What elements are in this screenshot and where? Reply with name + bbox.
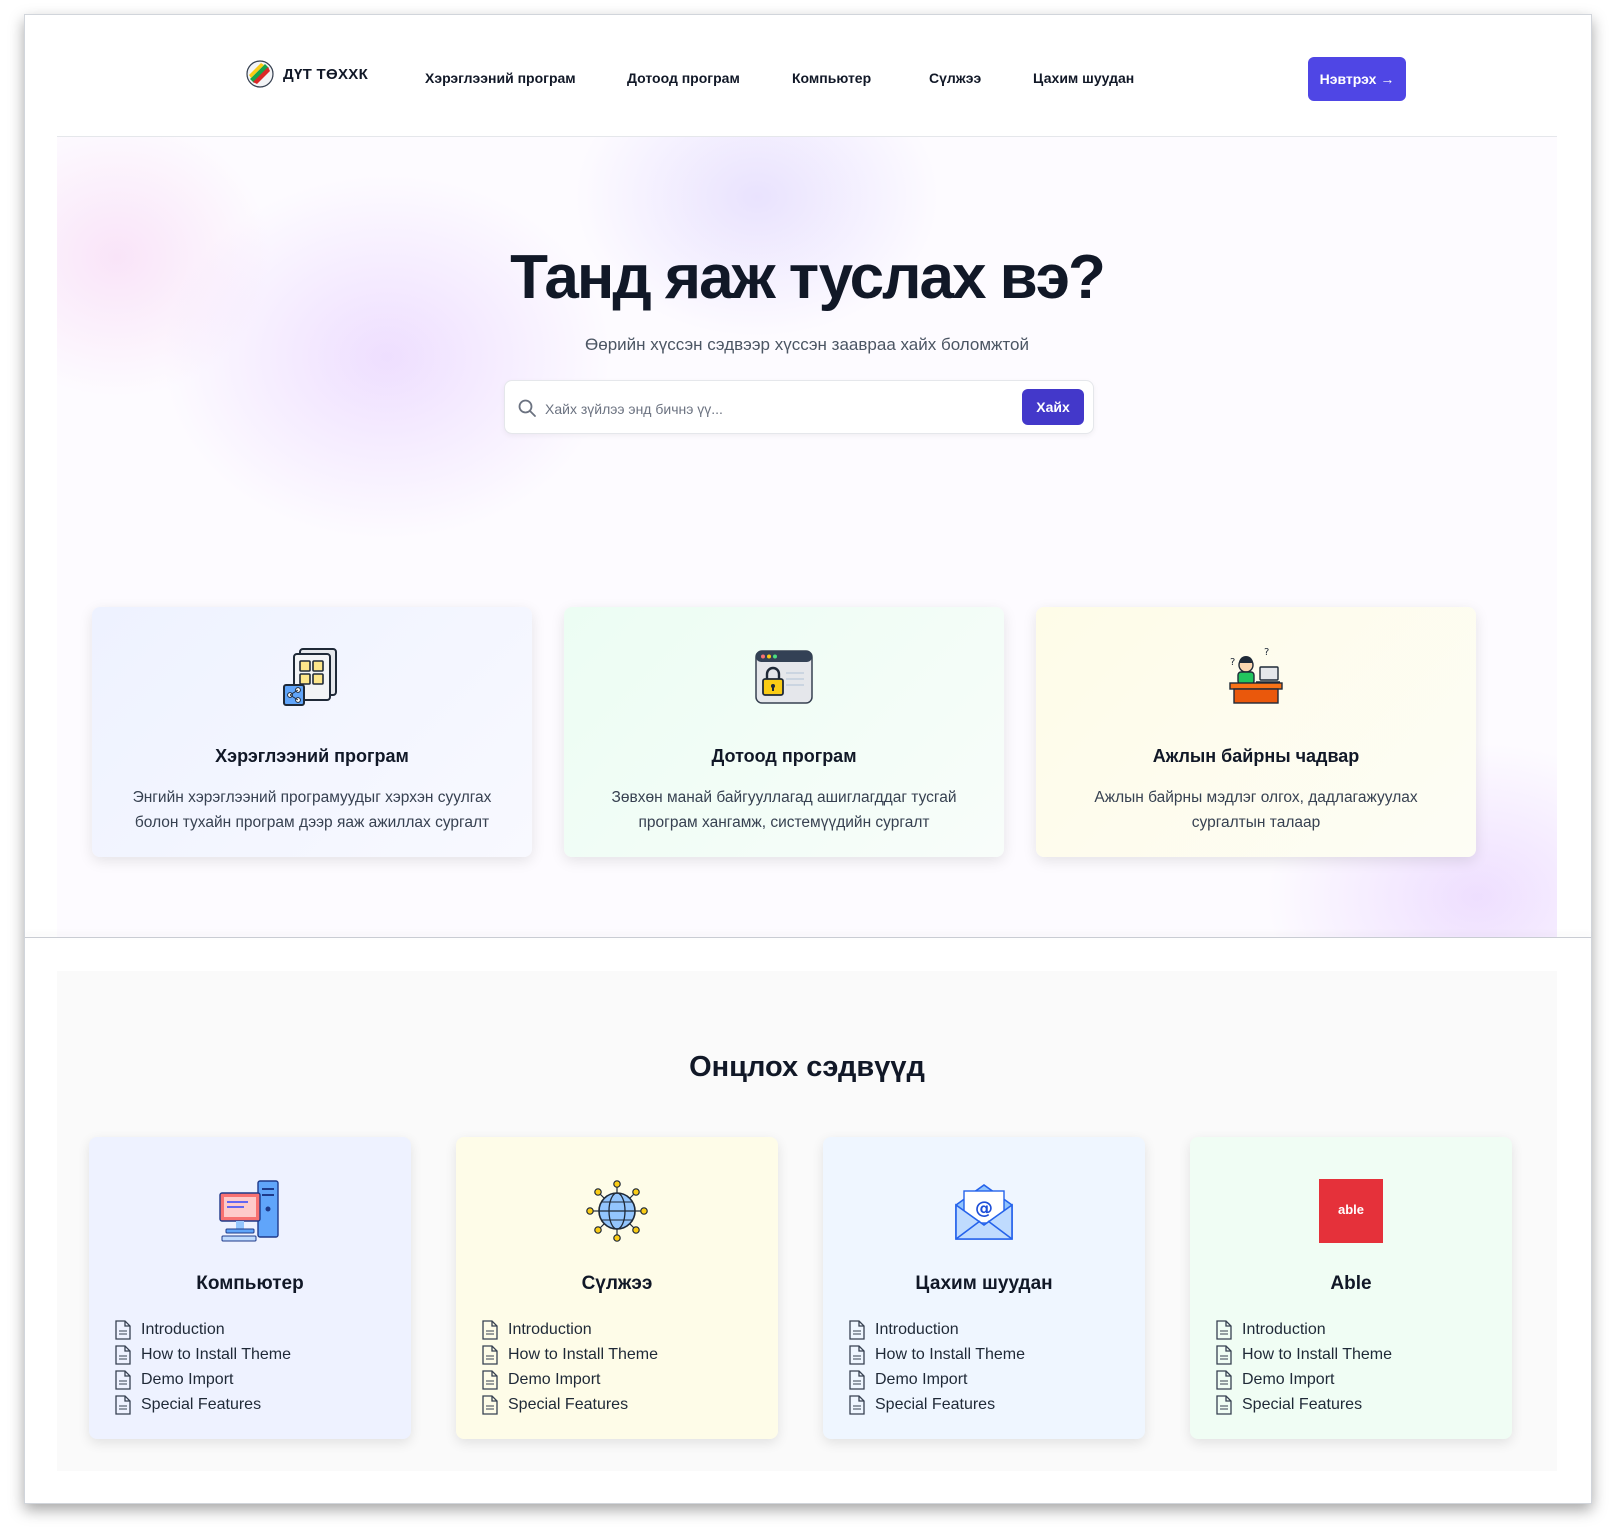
person-at-desk-icon: ? ? — [1229, 647, 1283, 704]
search-input[interactable] — [543, 393, 1007, 425]
svg-text:?: ? — [1264, 647, 1269, 658]
category-card-consumer-apps[interactable]: Хэрэглээний програм Энгийн хэрэглээний п… — [92, 607, 532, 857]
topic-link[interactable]: Special Features — [115, 1392, 291, 1417]
topic-link-list: Introduction How to Install Theme Demo I… — [1216, 1317, 1392, 1417]
desktop-computer-icon — [219, 1180, 279, 1242]
browser-frame: ДҮТ ТӨХХК Хэрэглээний програм Дотоод про… — [24, 14, 1592, 1504]
document-icon — [849, 1319, 865, 1340]
svg-text:able: able — [1338, 1202, 1364, 1217]
topic-card-computer[interactable]: Компьютер Introduction How to Install Th… — [89, 1137, 411, 1439]
featured-topics-section: Онцлох сэдвүүд Компьютер Introduction Ho… — [57, 971, 1557, 1471]
topic-link[interactable]: Introduction — [1216, 1317, 1392, 1342]
category-card-workplace-skills[interactable]: ? ? Ажлын байрны чадвар Ажлын байрны мэд… — [1036, 607, 1476, 857]
topic-card-able[interactable]: able Able Introduction How to Install Th… — [1190, 1137, 1512, 1439]
topic-link-list: Introduction How to Install Theme Demo I… — [849, 1317, 1025, 1417]
document-icon — [482, 1369, 498, 1390]
topic-link[interactable]: Special Features — [482, 1392, 658, 1417]
card-title: Хэрэглээний програм — [215, 746, 409, 766]
hero-subtitle: Өөрийн хүссэн сэдвээр хүссэн заавраа хай… — [585, 335, 1029, 354]
hero-section: Танд яаж туслах вэ? Өөрийн хүссэн сэдвээ… — [57, 137, 1557, 937]
document-icon — [1216, 1369, 1232, 1390]
login-button[interactable]: Нэвтрэх → — [1308, 57, 1406, 101]
nav-item-email[interactable]: Цахим шуудан — [1033, 70, 1134, 86]
card-title: Дотоод програм — [711, 746, 857, 766]
topic-card-title: Цахим шуудан — [915, 1273, 1053, 1294]
topic-link[interactable]: How to Install Theme — [849, 1342, 1025, 1367]
featured-title: Онцлох сэдвүүд — [689, 1051, 925, 1083]
category-card-internal-apps[interactable]: Дотоод програм Зөвхөн манай байгууллагад… — [564, 607, 1004, 857]
document-icon — [115, 1344, 131, 1365]
topic-link[interactable]: How to Install Theme — [1216, 1342, 1392, 1367]
topic-card-title: Сүлжээ — [581, 1273, 653, 1294]
search-bar: Хайх — [504, 380, 1094, 434]
card-description: Зөвхөн манай байгууллагад ашиглагддаг ту… — [611, 789, 957, 831]
search-icon — [518, 399, 536, 417]
topic-card-title: Able — [1330, 1273, 1372, 1294]
document-icon — [115, 1394, 131, 1415]
topic-link[interactable]: Special Features — [1216, 1392, 1392, 1417]
document-icon — [482, 1319, 498, 1340]
svg-text:@: @ — [975, 1198, 993, 1219]
card-title: Ажлын байрны чадвар — [1152, 746, 1360, 766]
brand-name: ДҮТ ТӨХХК — [283, 65, 369, 83]
topic-link[interactable]: Demo Import — [849, 1367, 1025, 1392]
topic-link[interactable]: Demo Import — [1216, 1367, 1392, 1392]
card-description: Энгийн хэрэглээний програмуудыг хэрхэн с… — [132, 789, 492, 831]
hero-title: Танд яаж туслах вэ? — [510, 243, 1106, 312]
card-description: Ажлын байрны мэдлэг олгох, дадлагажуулах… — [1094, 789, 1418, 831]
topic-link[interactable]: Special Features — [849, 1392, 1025, 1417]
topic-link[interactable]: How to Install Theme — [482, 1342, 658, 1367]
topic-card-email[interactable]: @ Цахим шуудан Introduction How to Insta… — [823, 1137, 1145, 1439]
locked-window-icon — [755, 650, 813, 704]
nav-item-internal-apps[interactable]: Дотоод програм — [627, 70, 740, 86]
document-icon — [482, 1394, 498, 1415]
document-icon — [849, 1344, 865, 1365]
app-grid-share-icon — [283, 648, 337, 706]
topic-link[interactable]: Demo Import — [115, 1367, 291, 1392]
nav-item-computer[interactable]: Компьютер — [792, 70, 871, 86]
document-icon — [1216, 1394, 1232, 1415]
topic-link[interactable]: How to Install Theme — [115, 1342, 291, 1367]
brand-emblem-icon — [246, 60, 274, 88]
topic-link[interactable]: Demo Import — [482, 1367, 658, 1392]
topic-link-list: Introduction How to Install Theme Demo I… — [115, 1317, 291, 1417]
nav-item-network[interactable]: Сүлжээ — [929, 70, 981, 86]
globe-network-icon — [586, 1180, 648, 1242]
document-icon — [1216, 1319, 1232, 1340]
svg-text:?: ? — [1230, 657, 1235, 668]
document-icon — [1216, 1344, 1232, 1365]
topic-link[interactable]: Introduction — [482, 1317, 658, 1342]
document-icon — [849, 1369, 865, 1390]
topic-card-network[interactable]: Сүлжээ Introduction How to Install Theme… — [456, 1137, 778, 1439]
topic-card-title: Компьютер — [196, 1273, 304, 1294]
topic-link-list: Introduction How to Install Theme Demo I… — [482, 1317, 658, 1417]
able-logo-icon: able — [1319, 1179, 1383, 1243]
document-icon — [115, 1319, 131, 1340]
nav-item-consumer-apps[interactable]: Хэрэглээний програм — [425, 70, 576, 86]
document-icon — [482, 1344, 498, 1365]
topic-link[interactable]: Introduction — [115, 1317, 291, 1342]
document-icon — [849, 1394, 865, 1415]
section-divider — [25, 937, 1591, 938]
email-envelope-icon: @ — [955, 1184, 1013, 1240]
document-icon — [115, 1369, 131, 1390]
search-button[interactable]: Хайх — [1022, 389, 1084, 425]
brand-logo[interactable]: ДҮТ ТӨХХК — [245, 59, 368, 89]
site-header: ДҮТ ТӨХХК Хэрэглээний програм Дотоод про… — [57, 15, 1557, 137]
topic-link[interactable]: Introduction — [849, 1317, 1025, 1342]
